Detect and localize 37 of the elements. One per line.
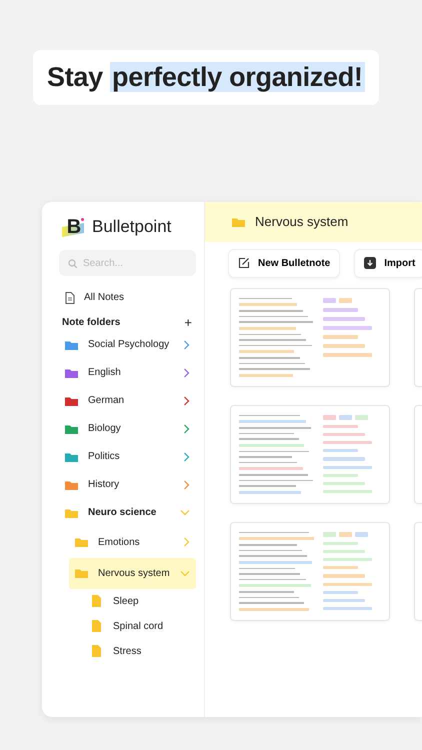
add-folder-button[interactable]: + xyxy=(184,316,192,329)
note-item[interactable]: Sleep xyxy=(86,588,196,614)
import-button[interactable]: Import xyxy=(354,248,422,278)
folder-item[interactable]: Politics xyxy=(59,442,196,470)
note-preview-drawing[interactable] xyxy=(230,404,390,504)
chevron-right-icon[interactable] xyxy=(183,368,190,378)
document-icon xyxy=(65,292,75,304)
folder-item[interactable]: English xyxy=(59,358,196,386)
note-item[interactable]: Spinal cord xyxy=(86,614,196,638)
chevron-right-icon[interactable] xyxy=(183,452,190,462)
folder-item[interactable]: Social Psychology xyxy=(59,330,196,358)
search-field[interactable]: Search... xyxy=(59,250,196,276)
chevron-right-icon[interactable] xyxy=(183,396,190,406)
section-heading: Note folders xyxy=(62,316,120,330)
all-notes-item[interactable]: All Notes xyxy=(65,290,196,306)
headline: Stay perfectly organized! xyxy=(33,50,379,104)
edit-icon xyxy=(238,257,250,269)
folder-icon xyxy=(232,216,245,226)
folder-item[interactable]: German xyxy=(59,386,196,414)
folder-item[interactable]: History xyxy=(59,470,196,498)
app-name: Bulletpoint xyxy=(92,216,172,238)
folder-title: Nervous system xyxy=(255,212,348,231)
chevron-down-icon[interactable] xyxy=(180,570,190,576)
chevron-down-icon[interactable] xyxy=(180,509,190,516)
new-note-button[interactable]: New Bulletnote xyxy=(228,248,340,278)
app-logo: B xyxy=(64,216,84,238)
chevron-right-icon[interactable] xyxy=(183,340,190,350)
note-preview-drawing[interactable] xyxy=(230,522,390,620)
folder-item[interactable]: Biology xyxy=(59,414,196,442)
note-preview-drawing[interactable] xyxy=(230,288,390,386)
chevron-right-icon[interactable] xyxy=(183,480,190,490)
folder-item[interactable]: Emotions xyxy=(69,526,196,558)
folder-item[interactable]: Neuro science xyxy=(59,498,196,526)
note-item[interactable]: Stress xyxy=(86,638,196,664)
chevron-right-icon[interactable] xyxy=(183,424,190,434)
download-icon xyxy=(364,257,376,269)
folder-item[interactable]: Nervous system xyxy=(69,558,196,588)
